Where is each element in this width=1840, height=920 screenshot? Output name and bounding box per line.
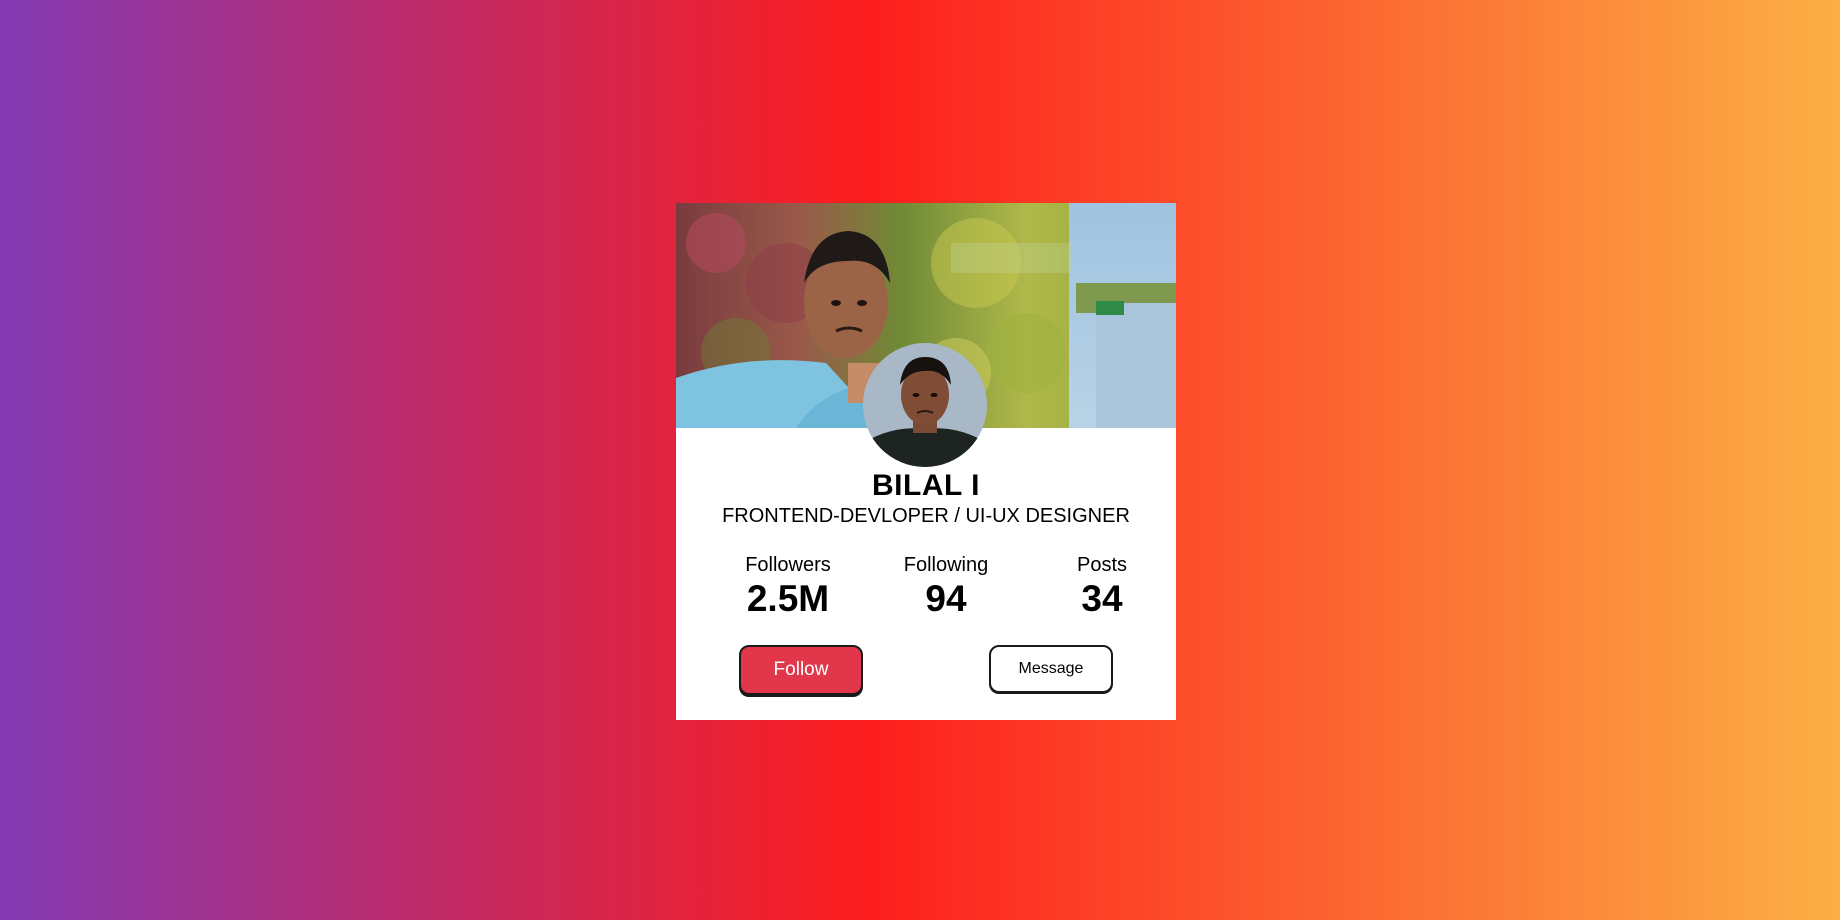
stat-label: Posts — [1076, 554, 1128, 576]
profile-role: FRONTEND-DEVLOPER / UI-UX DESIGNER — [722, 505, 1130, 527]
avatar[interactable] — [863, 343, 987, 467]
stat-label: Followers — [745, 554, 831, 576]
stat-value: 34 — [1081, 578, 1123, 619]
stat-followers: Followers 2.5M — [726, 553, 850, 621]
follow-button[interactable]: Follow — [739, 645, 863, 695]
stat-following: Following 94 — [884, 553, 1008, 621]
profile-card: BILAL I FRONTEND-DEVLOPER / UI-UX DESIGN… — [676, 203, 1176, 720]
stat-posts: Posts 34 — [1040, 553, 1164, 621]
message-button[interactable]: Message — [989, 645, 1113, 693]
stat-label: Following — [903, 554, 989, 576]
profile-name: BILAL I — [872, 469, 980, 502]
stat-value: 94 — [925, 578, 967, 619]
stat-value: 2.5M — [746, 578, 830, 619]
